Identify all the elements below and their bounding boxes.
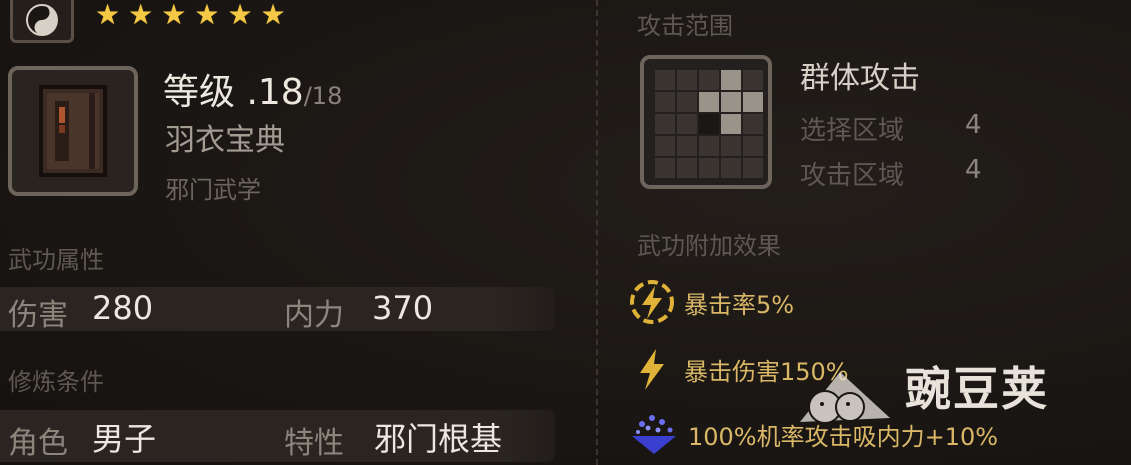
star-rating: ★ ★ ★ ★ ★ ★: [95, 0, 286, 32]
damage-value: 280: [92, 289, 154, 327]
star-icon: ★: [227, 0, 253, 31]
skill-level: 等级 .18/18: [163, 72, 343, 113]
grid-cell-active: [721, 92, 741, 112]
star-icon: ★: [161, 0, 187, 31]
watermark-text: 豌豆荚: [905, 362, 1049, 416]
select-area-label: 选择区域: [800, 116, 905, 146]
grid-cell: [655, 158, 675, 178]
effect-item: 暴击率5%: [628, 278, 794, 326]
panel-divider: [596, 0, 598, 465]
attack-range-title: 攻击范围: [637, 12, 733, 40]
skill-name: 羽衣宝典: [165, 123, 285, 158]
damage-label: 伤害: [8, 298, 68, 333]
grid-cell: [699, 136, 719, 156]
grid-cell-active: [721, 70, 741, 90]
absorb-icon: [632, 415, 676, 454]
grid-cell-active: [699, 92, 719, 112]
grid-cell: [699, 158, 719, 178]
grid-cell-active: [743, 92, 763, 112]
grid-cell: [721, 158, 741, 178]
attack-type: 群体攻击: [800, 61, 920, 96]
grid-cell: [721, 136, 741, 156]
select-area-value: 4: [965, 110, 982, 140]
grid-cell-origin: [699, 114, 719, 134]
grid-cell: [677, 70, 697, 90]
grid-cell: [677, 136, 697, 156]
item-icon-frame[interactable]: [8, 66, 138, 196]
grid-cell: [743, 70, 763, 90]
attack-range-grid: [640, 55, 772, 189]
grid-cell: [677, 92, 697, 112]
effects-title: 武功附加效果: [637, 232, 781, 260]
grid-cell-active: [721, 114, 741, 134]
grid-cell: [743, 136, 763, 156]
grid-cell: [655, 136, 675, 156]
grid-cell: [743, 158, 763, 178]
grid-cell: [699, 70, 719, 90]
requirements-title: 修炼条件: [8, 368, 104, 396]
yin-yang-icon[interactable]: [10, 0, 74, 43]
grid-cell: [655, 70, 675, 90]
role-label: 角色: [8, 426, 68, 461]
attack-area-label: 攻击区域: [800, 161, 905, 191]
grid-cell: [677, 114, 697, 134]
attributes-row: [0, 287, 555, 331]
lightning-icon: [640, 349, 664, 390]
trait-label: 特性: [284, 426, 344, 461]
effect-text: 暴击率5%: [684, 290, 795, 319]
inner-power-value: 370: [372, 289, 434, 327]
skill-type: 邪门武学: [165, 176, 261, 204]
book-icon: [39, 85, 107, 177]
star-icon: ★: [128, 0, 154, 31]
star-icon: ★: [95, 0, 121, 31]
star-icon: ★: [194, 0, 220, 31]
attack-area-value: 4: [965, 155, 982, 185]
grid-cell: [655, 114, 675, 134]
grid-cell: [677, 158, 697, 178]
role-value: 男子: [92, 420, 157, 458]
trait-value: 邪门根基: [374, 420, 503, 458]
skill-detail-panel: ★ ★ ★ ★ ★ ★ 等级 .18/18 羽衣宝典 邪门武学 武功属性 伤害 …: [0, 0, 1131, 465]
crit-rate-icon: [630, 280, 674, 324]
grid-cell: [743, 114, 763, 134]
inner-power-label: 内力: [284, 298, 344, 333]
grid-cell: [655, 92, 675, 112]
star-icon: ★: [260, 0, 286, 31]
attributes-title: 武功属性: [8, 246, 104, 274]
